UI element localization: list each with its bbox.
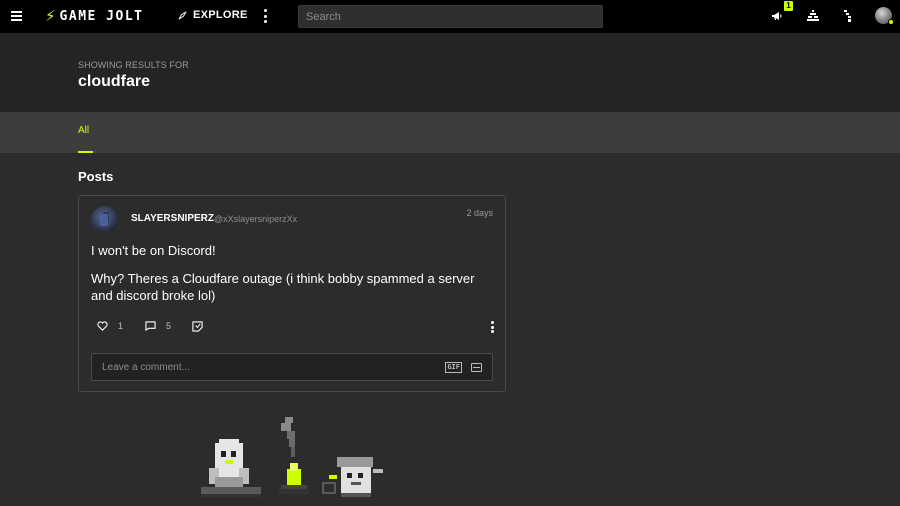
post-more-options-icon[interactable] — [490, 321, 494, 333]
comment-count: 5 — [166, 321, 172, 331]
post-paragraph: Why? Theres a Cloudfare outage (i think … — [91, 271, 475, 303]
robot-character-illustration — [322, 457, 383, 497]
search-query: cloudfare — [78, 73, 151, 90]
active-tab-indicator — [78, 151, 93, 153]
tree-icon[interactable] — [841, 9, 855, 23]
like-count: 1 — [118, 321, 124, 331]
explore-link[interactable]: EXPLORE — [178, 9, 248, 21]
post-timestamp[interactable]: 2 days — [466, 208, 493, 218]
gif-icon[interactable]: GIF — [445, 361, 462, 373]
showing-results-label: SHOWING RESULTS FOR — [78, 60, 189, 70]
post-author-handle: @xXslayersniperzXx — [214, 214, 298, 224]
search-bar[interactable] — [298, 5, 603, 28]
top-navbar: ⚡ GAME JOLT EXPLORE 1 — [0, 0, 900, 33]
logo-text: GAME JOLT — [59, 8, 144, 24]
post-paragraph: I won't be on Discord! — [91, 243, 216, 258]
megaphone-icon[interactable] — [770, 9, 784, 23]
post-actions: 1 5 — [91, 321, 495, 335]
user-avatar[interactable] — [875, 7, 894, 25]
search-results-header: SHOWING RESULTS FOR cloudfare — [0, 33, 900, 112]
comment-input[interactable] — [102, 361, 446, 373]
notification-count-badge: 1 — [784, 1, 793, 11]
explore-label: EXPLORE — [193, 9, 248, 21]
online-status-dot — [888, 19, 894, 25]
post-card[interactable]: SLAYERSNIPERZ @xXslayersniperzXx 2 days … — [78, 195, 506, 392]
more-menu-icon[interactable] — [263, 9, 267, 23]
smoke-illustration — [281, 417, 295, 457]
sticker-button[interactable] — [192, 321, 203, 332]
compass-icon — [178, 10, 187, 20]
comment-button[interactable]: 5 — [145, 321, 171, 331]
campfire-pixel-art — [201, 417, 383, 497]
posts-section-title: Posts — [78, 169, 114, 184]
post-author-avatar[interactable] — [91, 206, 118, 233]
comment-box[interactable]: GIF — [91, 353, 493, 381]
bolt-icon: ⚡ — [45, 7, 56, 25]
search-input[interactable] — [306, 10, 595, 23]
hamburger-menu-icon[interactable] — [11, 11, 22, 21]
activity-icon[interactable] — [806, 9, 820, 23]
sticker-picker-icon[interactable] — [471, 362, 482, 372]
sticker-icon — [192, 321, 203, 332]
tab-all[interactable]: All — [78, 125, 89, 136]
like-button[interactable]: 1 — [97, 321, 123, 331]
gamejolt-logo[interactable]: ⚡ GAME JOLT — [45, 7, 144, 25]
comment-icon — [145, 321, 156, 331]
campfire-illustration — [279, 463, 309, 494]
ghost-character-illustration — [201, 439, 261, 497]
heart-icon — [97, 321, 108, 331]
post-author-name[interactable]: SLAYERSNIPERZ — [131, 213, 214, 224]
results-tab-bar: All — [0, 112, 900, 153]
